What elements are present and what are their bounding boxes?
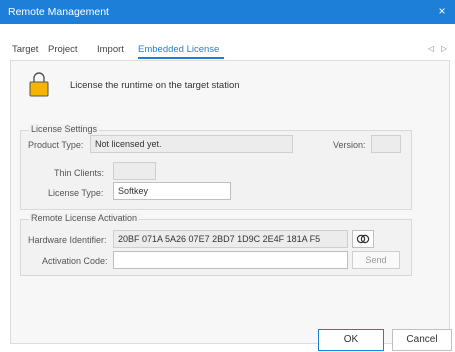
hardware-id-field: 20BF 071A 5A26 07E7 2BD7 1D9C 2E4F 181A …	[113, 230, 348, 248]
license-type-input[interactable]: Softkey	[113, 182, 231, 200]
window-title: Remote Management	[8, 6, 109, 18]
send-button[interactable]: Send	[352, 251, 400, 269]
tab-bar: Target Project Import Embedded License ◁…	[0, 24, 455, 59]
tab-project[interactable]: Project	[48, 44, 78, 55]
close-icon[interactable]: ×	[435, 4, 449, 18]
cancel-button[interactable]: Cancel	[392, 329, 452, 351]
tab-import[interactable]: Import	[97, 44, 124, 55]
license-settings-title: License Settings	[29, 124, 100, 134]
link-icon	[356, 234, 370, 244]
thin-clients-field	[113, 162, 156, 180]
product-type-field: Not licensed yet.	[90, 135, 293, 153]
title-bar: Remote Management ×	[0, 0, 455, 24]
tab-scroll-right-icon[interactable]: ▷	[441, 44, 447, 53]
ok-button[interactable]: OK	[318, 329, 384, 351]
tab-embedded-license[interactable]: Embedded License	[138, 44, 219, 55]
activation-code-input[interactable]	[113, 251, 348, 269]
product-type-label: Product Type:	[28, 140, 84, 150]
version-field	[371, 135, 401, 153]
active-tab-indicator	[138, 57, 224, 59]
version-label: Version:	[333, 140, 366, 150]
activation-code-label: Activation Code:	[42, 256, 108, 266]
thin-clients-label: Thin Clients:	[54, 168, 105, 178]
tab-scroll-left-icon[interactable]: ◁	[428, 44, 434, 53]
remote-activation-title: Remote License Activation	[29, 213, 140, 223]
license-headline: License the runtime on the target statio…	[70, 80, 240, 91]
copy-hardware-id-button[interactable]	[352, 230, 374, 248]
license-type-label: License Type:	[48, 188, 104, 198]
tab-target[interactable]: Target	[12, 44, 38, 55]
hardware-id-label: Hardware Identifier:	[28, 235, 107, 245]
lock-icon	[28, 70, 50, 100]
